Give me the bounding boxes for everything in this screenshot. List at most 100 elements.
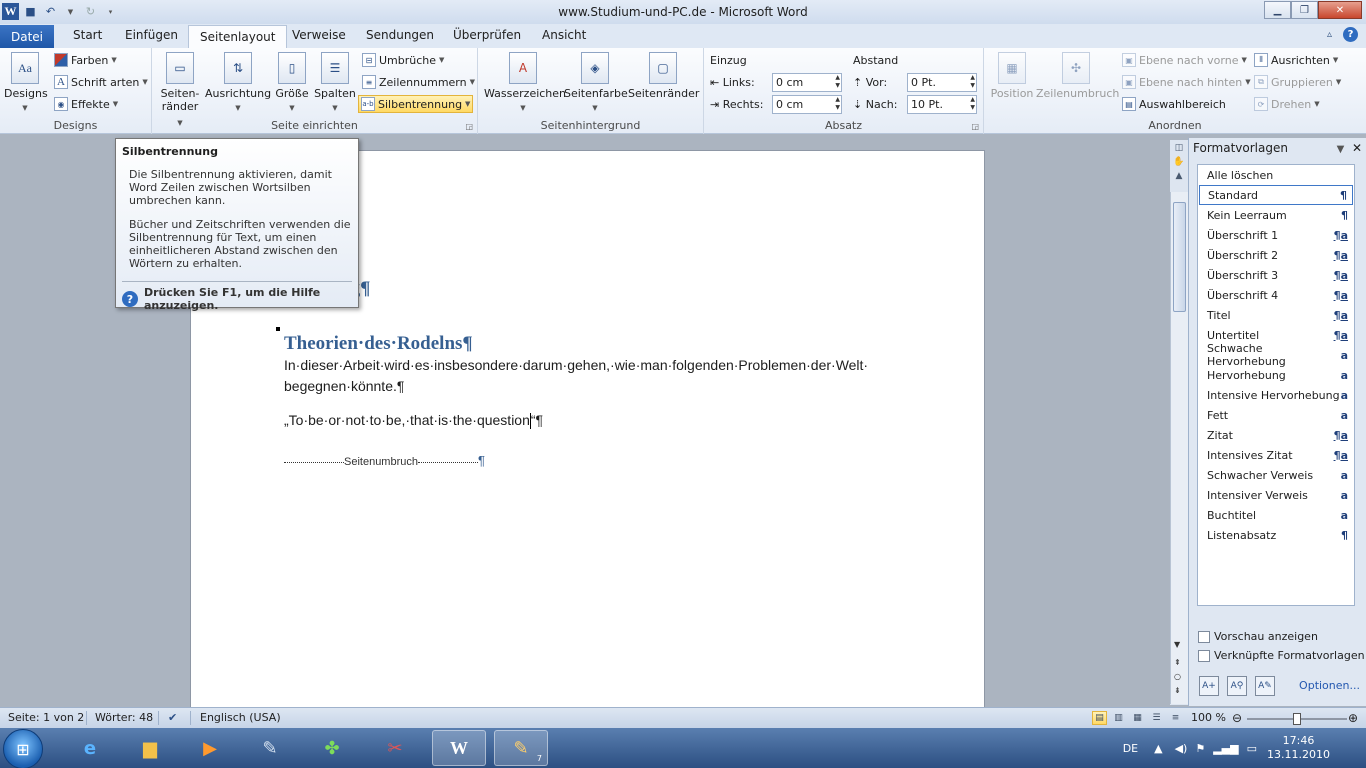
paragraph-line-2[interactable]: begegnen·könnte.¶ bbox=[284, 378, 404, 394]
start-button-icon[interactable]: ⊞ bbox=[3, 729, 43, 768]
style-item[interactable]: Buchtitel a bbox=[1199, 505, 1353, 525]
vertical-scrollbar[interactable]: ▼ ⇞ ○ ⇟ bbox=[1170, 192, 1188, 704]
help-icon[interactable]: ? bbox=[1343, 27, 1358, 42]
maximize-button[interactable]: ❐ bbox=[1291, 1, 1318, 19]
groesse-button[interactable]: ▯ Größe ▼ bbox=[274, 52, 310, 115]
minimize-button[interactable]: ▁ bbox=[1264, 1, 1291, 19]
gruppieren-button[interactable]: ⧉ Gruppieren ▼ bbox=[1252, 73, 1343, 91]
paragraph-line-1[interactable]: In·dieser·Arbeit·wird·es·insbesondere·da… bbox=[284, 357, 868, 373]
style-item[interactable]: Schwacher Verweis a bbox=[1199, 465, 1353, 485]
snipping-tool-icon[interactable]: ✂ bbox=[368, 730, 422, 766]
ruler-toggle-icon[interactable]: ◫ bbox=[1172, 142, 1186, 154]
tab-seitenlayout[interactable]: Seitenlayout bbox=[188, 25, 288, 49]
document-heading[interactable]: Theorien·des·Rodelns¶ bbox=[284, 333, 473, 355]
zeilenumbruch-button[interactable]: ✣ Zeilenumbruch bbox=[1036, 52, 1119, 100]
action-center-icon[interactable]: ⚑ bbox=[1195, 742, 1205, 755]
tab-verweise[interactable]: Verweise bbox=[292, 28, 346, 42]
seitenraender-hintergrund-button[interactable]: ▢ Seitenränder bbox=[628, 52, 699, 100]
checkbox-icon[interactable] bbox=[1198, 649, 1210, 662]
next-page-icon[interactable]: ⇟ bbox=[1174, 686, 1181, 695]
seitenfarbe-button[interactable]: ◈ Seitenfarbe ▼ bbox=[564, 52, 628, 115]
farben-button[interactable]: Farben ▼ bbox=[52, 51, 119, 69]
fullscreen-reading-view-icon[interactable]: ▥ bbox=[1111, 711, 1126, 725]
zoom-in-icon[interactable]: ⊕ bbox=[1348, 711, 1358, 725]
zoom-level[interactable]: 100 % bbox=[1191, 711, 1226, 724]
new-style-icon[interactable]: A+ bbox=[1199, 676, 1219, 696]
style-item[interactable]: Listenabsatz ¶ bbox=[1199, 525, 1353, 545]
display-icon[interactable]: ▭ bbox=[1247, 742, 1257, 755]
spinner-icon[interactable]: ▲ ▼ bbox=[835, 74, 840, 90]
tab-datei[interactable]: Datei bbox=[0, 25, 54, 48]
drehen-button[interactable]: ⟳ Drehen ▼ bbox=[1252, 95, 1322, 113]
page-break[interactable]: Seitenumbruch ¶ bbox=[284, 453, 485, 468]
print-layout-view-icon[interactable]: ▤ bbox=[1092, 711, 1107, 725]
zeilennummern-button[interactable]: ≡ Zeilennummern ▼ bbox=[360, 73, 477, 91]
tab-einfuegen[interactable]: Einfügen bbox=[125, 28, 178, 42]
scrollbar-thumb[interactable] bbox=[1173, 202, 1186, 312]
ebene-vorne-button[interactable]: ▣ Ebene nach vorne ▼ bbox=[1120, 51, 1249, 69]
language[interactable]: Englisch (USA) bbox=[200, 711, 281, 724]
network-icon[interactable]: ▂▄▆ bbox=[1213, 742, 1238, 755]
abstand-nach-input[interactable]: 10 Pt. ▲ ▼ bbox=[907, 95, 977, 114]
spalten-button[interactable]: ☰ Spalten ▼ bbox=[314, 52, 356, 115]
ausrichten-button[interactable]: ⫴ Ausrichten ▼ bbox=[1252, 51, 1340, 69]
preview-checkbox[interactable]: Vorschau anzeigen bbox=[1198, 630, 1318, 643]
style-item[interactable]: Zitat ¶a bbox=[1199, 425, 1353, 445]
page-count[interactable]: Seite: 1 von 2 bbox=[8, 711, 84, 724]
scroll-down-icon[interactable]: ▼ bbox=[1174, 640, 1180, 649]
proofing-icon[interactable]: ✔ bbox=[168, 711, 177, 724]
style-item[interactable]: Überschrift 4 ¶a bbox=[1199, 285, 1353, 305]
explorer-folder-icon[interactable]: ▆ bbox=[123, 730, 177, 766]
prev-page-icon[interactable]: ⇞ bbox=[1174, 658, 1181, 667]
effekte-button[interactable]: ◉ Effekte ▼ bbox=[52, 95, 120, 113]
style-item[interactable]: Titel ¶a bbox=[1199, 305, 1353, 325]
style-item[interactable]: Kein Leerraum ¶ bbox=[1199, 205, 1353, 225]
draft-view-icon[interactable]: ≡ bbox=[1168, 711, 1183, 725]
tray-expand-icon[interactable]: ▲ bbox=[1154, 742, 1162, 755]
style-item[interactable]: Fett a bbox=[1199, 405, 1353, 425]
tab-start[interactable]: Start bbox=[73, 28, 102, 42]
web-layout-view-icon[interactable]: ▦ bbox=[1130, 711, 1145, 725]
close-button[interactable]: ✕ bbox=[1318, 1, 1362, 19]
spinner-icon[interactable]: ▲ ▼ bbox=[970, 96, 975, 112]
media-player-icon[interactable]: ▶ bbox=[183, 730, 237, 766]
games-icon[interactable]: ✤ bbox=[305, 730, 359, 766]
style-item[interactable]: Intensives Zitat ¶a bbox=[1199, 445, 1353, 465]
position-button[interactable]: ▦ Position bbox=[988, 52, 1036, 100]
outline-view-icon[interactable]: ☰ bbox=[1149, 711, 1164, 725]
paint-icon[interactable]: ✎ bbox=[243, 730, 297, 766]
internet-explorer-icon[interactable]: e bbox=[63, 730, 117, 766]
tab-ueberpruefen[interactable]: Überprüfen bbox=[453, 28, 521, 42]
einzug-rechts-input[interactable]: 0 cm ▲ ▼ bbox=[772, 95, 842, 114]
spinner-icon[interactable]: ▲ ▼ bbox=[835, 96, 840, 112]
keyboard-language[interactable]: DE bbox=[1123, 742, 1138, 755]
designs-button[interactable]: Aa Designs ▼ bbox=[4, 52, 48, 115]
linked-styles-checkbox[interactable]: Verknüpfte Formatvorlagen dea bbox=[1198, 649, 1366, 662]
ebene-hinten-button[interactable]: ▣ Ebene nach hinten ▼ bbox=[1120, 73, 1253, 91]
tab-sendungen[interactable]: Sendungen bbox=[366, 28, 434, 42]
abstand-vor-input[interactable]: 0 Pt. ▲ ▼ bbox=[907, 73, 977, 92]
word-taskbar-icon[interactable]: W bbox=[432, 730, 486, 766]
minimize-ribbon-icon[interactable]: ▵ bbox=[1322, 27, 1337, 42]
zoom-slider-thumb[interactable] bbox=[1293, 713, 1301, 725]
style-item[interactable]: Intensive Hervorhebung a bbox=[1199, 385, 1353, 405]
style-item[interactable]: Standard ¶ bbox=[1199, 185, 1353, 205]
zoom-slider[interactable] bbox=[1247, 713, 1347, 725]
style-item[interactable]: Überschrift 3 ¶a bbox=[1199, 265, 1353, 285]
style-item[interactable]: Hervorhebung a bbox=[1199, 365, 1353, 385]
schriftarten-button[interactable]: A Schrift arten ▼ bbox=[52, 73, 150, 91]
ausrichtung-button[interactable]: ⇅ Ausrichtung ▼ bbox=[205, 52, 271, 115]
zoom-out-icon[interactable]: ⊖ bbox=[1232, 711, 1242, 725]
tab-ansicht[interactable]: Ansicht bbox=[542, 28, 586, 42]
dialog-launcher-icon[interactable]: ◲ bbox=[465, 122, 473, 131]
style-item[interactable]: Intensiver Verweis a bbox=[1199, 485, 1353, 505]
quote-paragraph[interactable]: „To·be·or·not·to·be,·that·is·the·questio… bbox=[284, 412, 543, 430]
spinner-icon[interactable]: ▲ ▼ bbox=[970, 74, 975, 90]
style-item[interactable]: Schwache Hervorhebung a bbox=[1199, 342, 1353, 368]
pan-hand-icon[interactable]: ✋ bbox=[1172, 156, 1186, 168]
word-count[interactable]: Wörter: 48 bbox=[95, 711, 153, 724]
silbentrennung-button[interactable]: a-b Silbentrennung ▼ bbox=[358, 95, 474, 113]
wasserzeichen-button[interactable]: A Wasserzeichen ▼ bbox=[484, 52, 566, 115]
style-item[interactable]: Alle löschen bbox=[1199, 165, 1353, 185]
clock[interactable]: 17:46 13.11.2010 bbox=[1267, 734, 1330, 762]
